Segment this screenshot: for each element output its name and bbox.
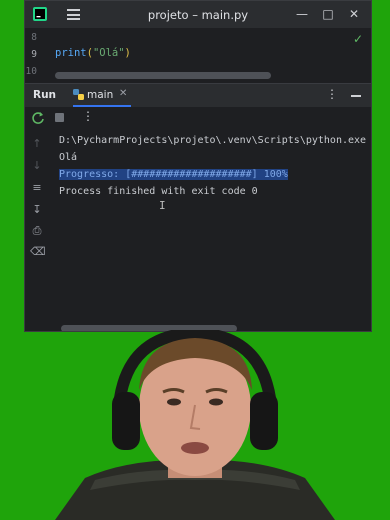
run-toolbar: ⋮ xyxy=(25,107,371,129)
tab-label: main xyxy=(87,89,114,101)
console-line: Olá xyxy=(59,152,78,163)
code-function: print xyxy=(55,47,87,59)
console-output[interactable]: D:\PycharmProjects\projeto\.venv\Scripts… xyxy=(59,129,371,324)
inspection-ok-icon[interactable]: ✓ xyxy=(353,32,363,46)
title-bar: projeto – main.py — □ ✕ xyxy=(25,1,371,28)
text-cursor-icon: I xyxy=(159,199,166,212)
line-number: 8 xyxy=(31,32,37,43)
run-side-toolbar: ↑ ↓ ≡ ↧ ⎙ ⌫ xyxy=(25,129,49,329)
stop-icon[interactable] xyxy=(55,113,64,122)
minimize-icon[interactable]: — xyxy=(295,7,309,21)
console-line: D:\PycharmProjects\projeto\.venv\Scripts… xyxy=(59,135,367,146)
run-tool-header: Run main ✕ ⋮ xyxy=(25,83,371,107)
code-paren: ) xyxy=(124,47,131,59)
window-title: projeto – main.py xyxy=(147,8,249,22)
rerun-icon[interactable] xyxy=(31,111,45,125)
line-number: 10 xyxy=(25,66,37,77)
trash-icon[interactable]: ⌫ xyxy=(30,245,46,259)
close-icon[interactable]: ✕ xyxy=(347,7,361,21)
more-options-icon[interactable]: ⋮ xyxy=(326,87,338,101)
console-line: Process finished with exit code 0 xyxy=(59,186,258,197)
code-editor[interactable]: 8 9 10 print("Olá") ✓ xyxy=(25,28,371,83)
run-panel-title: Run xyxy=(33,89,57,101)
scroll-to-end-icon[interactable]: ↧ xyxy=(30,203,44,217)
print-icon[interactable]: ⎙ xyxy=(30,224,44,238)
progress-line: Progresso: [####################] 100% xyxy=(59,169,288,180)
line-number: 9 xyxy=(31,49,37,60)
soft-wrap-icon[interactable]: ≡ xyxy=(30,181,44,195)
code-string: "Olá" xyxy=(92,47,125,59)
ide-window: projeto – main.py — □ ✕ 8 9 10 print("Ol… xyxy=(24,0,372,332)
editor-horizontal-scrollbar[interactable] xyxy=(55,72,271,79)
scroll-up-icon[interactable]: ↑ xyxy=(30,137,44,151)
tab-main[interactable]: main ✕ xyxy=(73,84,135,107)
presenter-photo xyxy=(55,330,335,520)
toolbar-more-icon[interactable]: ⋮ xyxy=(82,109,94,123)
scroll-down-icon[interactable]: ↓ xyxy=(30,159,44,173)
hide-panel-icon[interactable] xyxy=(351,95,361,97)
code-line[interactable]: print("Olá") xyxy=(55,47,131,59)
python-file-icon xyxy=(73,89,84,100)
tab-close-icon[interactable]: ✕ xyxy=(119,88,127,99)
maximize-icon[interactable]: □ xyxy=(321,7,335,21)
